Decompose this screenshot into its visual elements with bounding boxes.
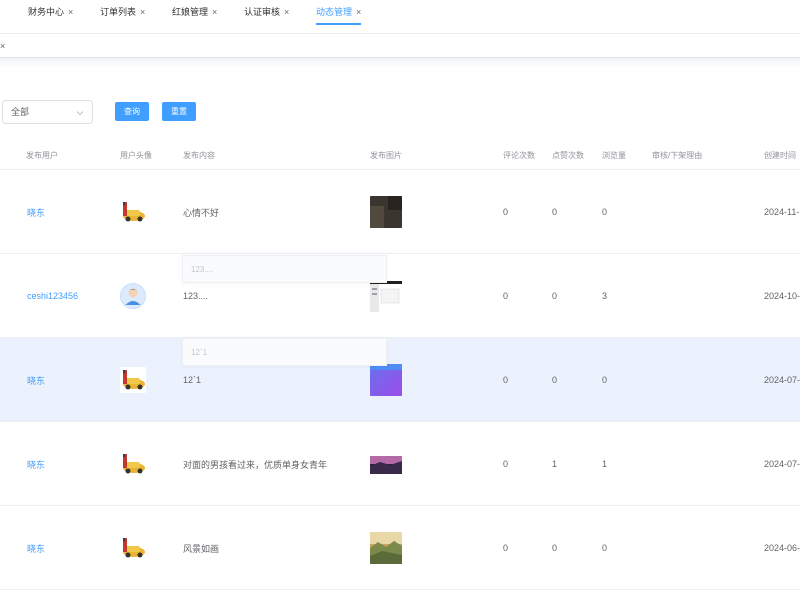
user-link[interactable]: 晓东 <box>27 422 45 506</box>
tabs-shadow <box>0 58 800 68</box>
created-time: 2024-06- <box>764 543 800 553</box>
view-count: 0 <box>602 543 608 553</box>
tab-verification-review[interactable]: 认证审核 × <box>244 0 289 24</box>
like-count: 1 <box>552 459 558 469</box>
chevron-down-icon <box>76 101 84 123</box>
reset-button[interactable]: 重置 <box>162 102 196 121</box>
select-value: 全部 <box>11 107 30 117</box>
comment-count: 0 <box>503 375 509 385</box>
comment-count: 0 <box>503 543 509 553</box>
user-link[interactable]: 晓东 <box>27 338 45 422</box>
tab-finance-center[interactable]: 财务中心 × <box>28 0 73 24</box>
comment-count: 0 <box>503 291 509 301</box>
car-avatar <box>120 170 146 254</box>
header-views: 浏览量 <box>602 151 626 160</box>
created-time: 2024-07- <box>764 375 800 385</box>
header-comments: 评论次数 <box>503 151 535 160</box>
header-likes: 点赞次数 <box>552 151 584 160</box>
created-time: 2024-07- <box>764 459 800 469</box>
comment-count: 0 <box>503 459 509 469</box>
like-count: 0 <box>552 543 558 553</box>
close-icon[interactable]: × <box>356 7 361 17</box>
tab-label: 红娘管理 <box>172 7 209 17</box>
close-icon[interactable]: × <box>212 7 217 17</box>
tab-label: 动态管理 <box>316 7 353 17</box>
table-row[interactable]: 晓东 12`1 0 0 0 2024-07- <box>0 338 800 422</box>
header-created-time: 创建时间 <box>764 151 796 160</box>
car-avatar <box>120 338 146 422</box>
header-user: 发布用户 <box>26 151 58 160</box>
tab-moments-management[interactable]: 动态管理 × <box>316 0 362 25</box>
table-row[interactable]: ceshi123456 123.... 0 0 3 2024-10- <box>0 254 800 338</box>
table-row[interactable]: 晓东 心情不好 0 0 0 2024-11- <box>0 170 800 254</box>
user-link[interactable]: 晓东 <box>27 506 45 590</box>
dark-photo[interactable] <box>370 170 402 254</box>
post-content: 心情不好 <box>183 207 220 218</box>
like-count: 0 <box>552 291 558 301</box>
close-icon[interactable]: × <box>68 7 73 17</box>
tab-label: 认证审核 <box>244 7 281 17</box>
close-icon[interactable]: × <box>140 7 145 17</box>
close-icon[interactable]: × <box>284 7 289 17</box>
landscape-photo[interactable] <box>370 506 402 590</box>
view-count: 0 <box>602 375 608 385</box>
tab-label: 财务中心 <box>28 7 65 17</box>
table-row[interactable]: 晓东 风景如画 0 0 0 2024-06- <box>0 506 800 590</box>
like-count: 0 <box>552 207 558 217</box>
view-count: 1 <box>602 459 608 469</box>
created-time: 2024-10- <box>764 291 800 301</box>
comment-count: 0 <box>503 207 509 217</box>
status-select[interactable]: 全部 <box>2 100 93 124</box>
header-content: 发布内容 <box>183 151 215 160</box>
tab-order-list[interactable]: 订单列表 × <box>100 0 145 24</box>
tab-label: 订单列表 <box>100 7 137 17</box>
tab-matchmaker-management[interactable]: 红娘管理 × <box>172 0 217 24</box>
table-row[interactable]: 晓东 对面的男孩看过来，优质单身女青年 0 1 1 2024-07- <box>0 422 800 506</box>
user-link[interactable]: 晓东 <box>27 170 45 254</box>
user-link[interactable]: ceshi123456 <box>27 254 78 338</box>
car-avatar <box>120 506 146 590</box>
active-tab-underline <box>316 23 362 25</box>
post-content: 风景如画 <box>183 543 220 554</box>
content-tooltip: 12`1 <box>182 338 387 366</box>
created-time: 2024-11- <box>764 207 800 217</box>
post-content: 对面的男孩看过来，优质单身女青年 <box>183 459 328 470</box>
content-tooltip: 123.... <box>182 255 387 283</box>
header-avatar: 用户头像 <box>120 151 152 160</box>
car-avatar <box>120 422 146 506</box>
table-header: 发布用户 用户头像 发布内容 发布图片 评论次数 点赞次数 浏览量 审核/下架理… <box>0 142 800 170</box>
header-audit-reason: 审核/下架理由 <box>652 151 703 160</box>
query-button[interactable]: 查询 <box>115 102 149 121</box>
tabs-bar <box>0 34 800 68</box>
close-icon[interactable]: × <box>0 34 5 58</box>
like-count: 0 <box>552 375 558 385</box>
view-count: 0 <box>602 207 608 217</box>
dusk-photo[interactable] <box>370 422 402 506</box>
header-images: 发布图片 <box>370 151 402 160</box>
view-count: 3 <box>602 291 608 301</box>
person-avatar <box>120 254 146 338</box>
